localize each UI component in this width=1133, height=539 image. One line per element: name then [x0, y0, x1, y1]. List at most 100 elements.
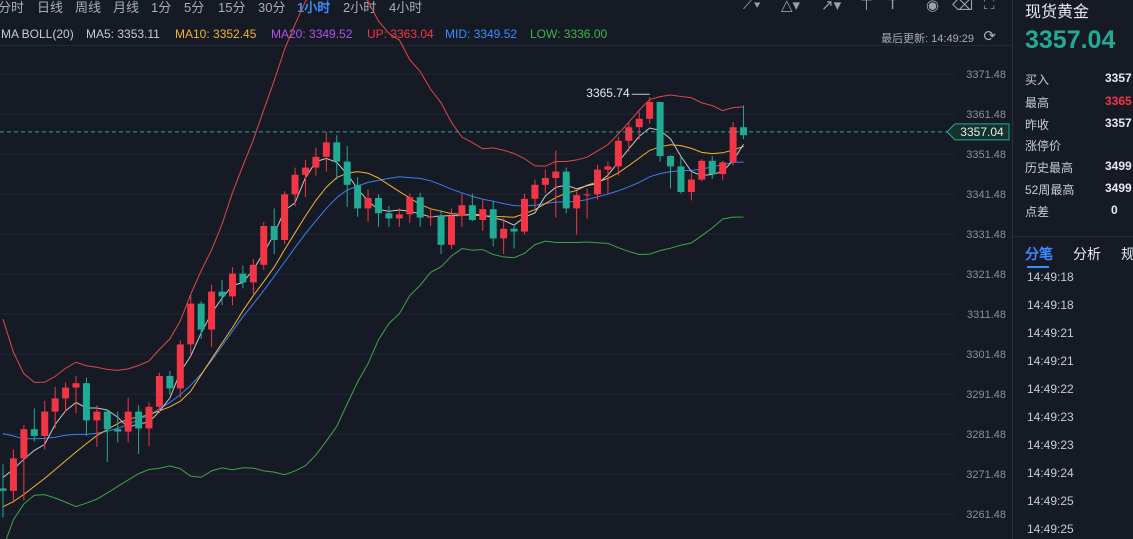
candle-body — [166, 376, 174, 389]
candle-body — [656, 102, 664, 156]
quote-row-prev-close: 昨收 3357 — [1025, 116, 1132, 132]
candle-body — [437, 216, 445, 245]
candle-body — [354, 184, 362, 209]
tick-time: 14:49:18 — [1027, 270, 1074, 284]
y-tick-label: 3361.48 — [966, 109, 1006, 121]
candle-body — [176, 344, 184, 389]
candle-body — [698, 160, 706, 180]
candle-body — [197, 303, 205, 330]
y-tick-label: 3271.48 — [966, 469, 1006, 481]
sidebar-divider — [1013, 236, 1133, 237]
y-tick-label: 3281.48 — [966, 429, 1006, 441]
quote-row-spread: 点差 0 — [1025, 203, 1118, 219]
candle-body — [322, 142, 330, 157]
candle-body — [604, 166, 612, 170]
tick-time: 14:49:18 — [1027, 298, 1074, 312]
candle-body — [187, 303, 195, 345]
boll-upper-line — [2, 0, 744, 383]
candle-body — [228, 273, 236, 297]
candle-body — [562, 171, 570, 209]
y-tick-label: 3321.48 — [966, 269, 1006, 281]
tick-time: 14:49:25 — [1027, 494, 1074, 508]
candle-body — [416, 197, 424, 218]
y-tick-label: 3371.48 — [966, 69, 1006, 81]
boll-mid-line — [2, 161, 744, 440]
candle-body — [468, 205, 476, 220]
candle-body — [667, 156, 675, 167]
candle-body — [646, 102, 654, 119]
candle-body — [51, 398, 59, 412]
candle-body — [594, 169, 602, 195]
y-tick-label: 3341.48 — [966, 189, 1006, 201]
candle-body — [583, 194, 591, 196]
candle-body — [312, 156, 320, 168]
chart-panel: 分时 日线 周线 月线 1分 5分 15分 30分 1小时 2小时 4小时 ⟋▾… — [0, 0, 1012, 539]
candle-body — [614, 140, 622, 167]
tick-time: 14:49:23 — [1027, 438, 1074, 452]
tick-time: 14:49:22 — [1027, 382, 1074, 396]
candle-body — [343, 161, 351, 185]
tick-time: 14:49:21 — [1027, 326, 1074, 340]
current-price-label: 3357.04 — [960, 125, 1004, 139]
candle-body — [395, 214, 403, 219]
candle-body — [270, 226, 278, 240]
candle-body — [364, 198, 372, 209]
ma10-line — [2, 144, 744, 508]
candle-body — [385, 213, 393, 219]
tab-more[interactable]: 规 — [1121, 244, 1133, 264]
candle-body — [719, 162, 727, 174]
candle-body — [135, 411, 143, 429]
candlestick-chart[interactable]: 3371.48 3361.48 3351.48 3341.48 3331.48 3321.… — [0, 0, 1012, 539]
candle-body — [635, 118, 643, 128]
candle-body — [521, 198, 528, 232]
candle-body — [281, 194, 289, 240]
candle-body — [500, 228, 508, 239]
candle-body — [552, 171, 560, 178]
tick-time: 14:49:21 — [1027, 354, 1074, 368]
current-price: 3357.04 — [1025, 26, 1116, 54]
candle-body — [531, 184, 539, 199]
candle-body — [573, 195, 581, 209]
candle-body — [406, 197, 414, 215]
y-tick-label: 3311.48 — [967, 309, 1006, 321]
tab-analysis[interactable]: 分析 — [1073, 244, 1101, 264]
candle-body — [239, 273, 247, 283]
candle-body — [41, 411, 49, 436]
candle-body — [208, 291, 216, 330]
candle-body — [20, 429, 28, 459]
candle-body — [479, 209, 487, 220]
candle-body — [687, 179, 695, 192]
candle-body — [62, 387, 70, 399]
tick-time: 14:49:24 — [1027, 466, 1074, 480]
candle-body — [249, 264, 257, 283]
candle-body — [374, 198, 382, 214]
candle-body — [0, 488, 7, 491]
candle-body — [740, 127, 748, 136]
candle-body — [9, 458, 17, 491]
candle-body — [30, 429, 38, 436]
candle-body — [103, 411, 111, 430]
y-tick-label: 3351.48 — [966, 149, 1006, 161]
tab-ticks[interactable]: 分笔 — [1025, 244, 1053, 264]
candle-body — [114, 429, 122, 432]
boll-lower-line — [5, 216, 744, 539]
candle-body — [489, 209, 497, 239]
candle-body — [145, 406, 153, 429]
candle-body — [82, 383, 90, 421]
candle-body — [93, 411, 101, 421]
candle-body — [218, 291, 226, 297]
quote-row-high: 最高 3365 — [1025, 94, 1132, 110]
candle-body — [333, 142, 341, 162]
candle-body — [260, 226, 268, 265]
quote-row-limit-up: 涨停价 — [1025, 139, 1062, 153]
tick-time: 14:49:25 — [1027, 522, 1074, 536]
y-tick-label: 3261.48 — [966, 509, 1006, 521]
candle-body — [541, 178, 549, 185]
tick-time: 14:49:23 — [1027, 410, 1074, 424]
candle-body — [72, 383, 80, 388]
instrument-title: 现货黄金 — [1025, 4, 1090, 21]
candle-body — [677, 166, 685, 192]
quote-sidebar: 现货黄金 3357.04 买入 3357 最高 3365 昨收 3357 涨停价 历史… — [1012, 0, 1133, 539]
candle-body — [625, 127, 633, 141]
candle-body — [427, 216, 435, 218]
